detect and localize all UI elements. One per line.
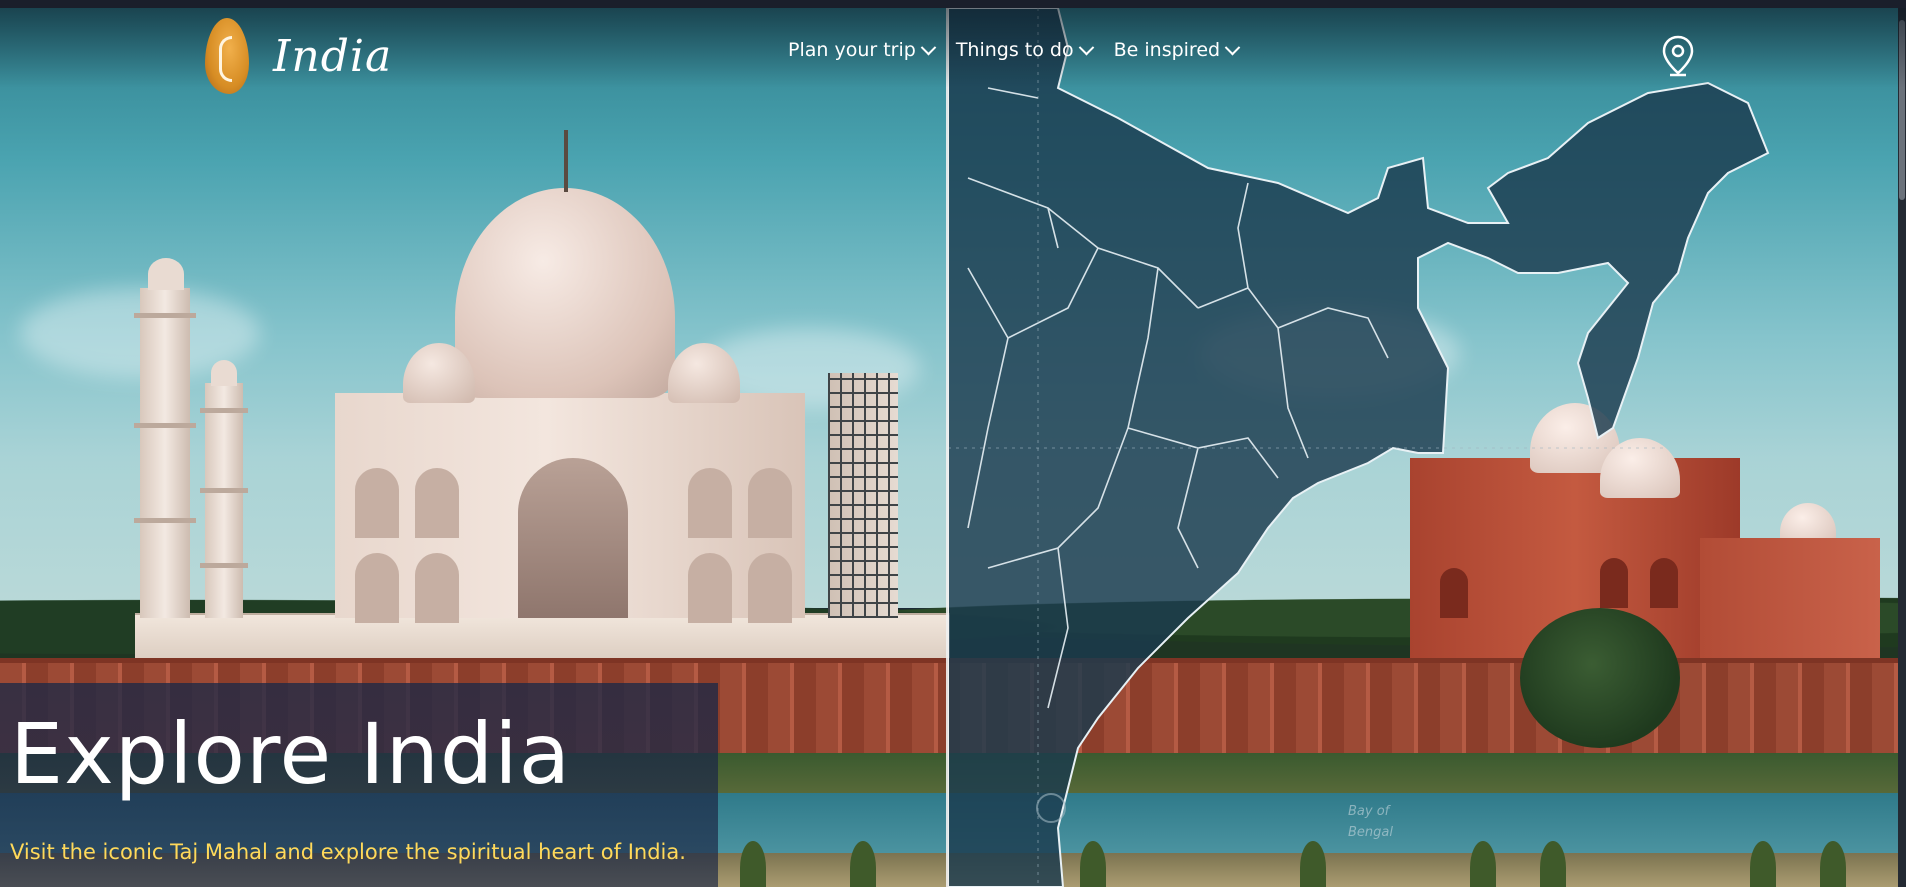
minaret-ring (200, 408, 248, 413)
main-navigation: Plan your trip Things to do Be inspired (788, 39, 1260, 61)
minaret-ring (134, 423, 196, 428)
minaret-cap (148, 258, 184, 290)
arch (688, 468, 732, 538)
map-pin-icon[interactable] (1661, 35, 1695, 77)
split-divider[interactable] (946, 8, 949, 887)
arch (415, 468, 459, 538)
site-header: India Plan your trip Things to do Be ins… (0, 8, 1906, 94)
minaret (205, 383, 243, 618)
nav-plan-your-trip[interactable]: Plan your trip (788, 39, 937, 61)
map-label-bay-of-bengal-line2: Bengal (1348, 825, 1393, 840)
window-top-edge (0, 0, 1906, 8)
hero-title: Explore India (10, 705, 572, 803)
grass-tuft (740, 841, 766, 887)
india-map-overlay[interactable]: Bay of Bengal (948, 8, 1906, 887)
main-arch (518, 458, 628, 618)
india-map[interactable]: Bay of Bengal (948, 8, 1906, 887)
arch (748, 553, 792, 623)
minaret-ring (200, 563, 248, 568)
minaret-ring (200, 488, 248, 493)
map-label-bay-of-bengal-line1: Bay of (1348, 804, 1392, 819)
minaret (140, 288, 190, 618)
chevron-down-icon (920, 39, 937, 55)
arch (748, 468, 792, 538)
chevron-down-icon (1224, 39, 1241, 55)
conch-shell-icon (205, 18, 249, 94)
arch (355, 553, 399, 623)
nav-item-label: Plan your trip (788, 39, 916, 61)
page-scrollbar[interactable] (1898, 8, 1906, 887)
arch (688, 553, 732, 623)
grass-tuft (850, 841, 876, 887)
brand-logo[interactable]: India (205, 18, 392, 94)
scaffolded-minaret (828, 373, 898, 618)
brand-name: India (273, 30, 393, 82)
nav-item-label: Be inspired (1113, 39, 1221, 61)
minaret-ring (134, 313, 196, 318)
dome-finial (564, 130, 568, 192)
nav-item-label: Things to do (955, 39, 1074, 61)
nav-things-to-do[interactable]: Things to do (955, 39, 1094, 61)
arch (415, 553, 459, 623)
nav-be-inspired[interactable]: Be inspired (1113, 39, 1241, 61)
minaret-ring (134, 518, 196, 523)
hero-subtitle: Visit the iconic Taj Mahal and explore t… (10, 840, 686, 864)
arch (355, 468, 399, 538)
minaret-cap (211, 360, 237, 386)
chevron-down-icon (1078, 39, 1094, 55)
